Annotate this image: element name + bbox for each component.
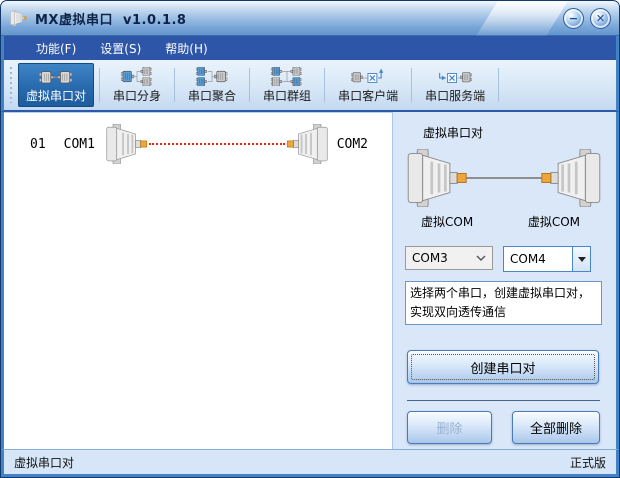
menu-item-help[interactable]: 帮助(H) [153,37,219,60]
toolbar-button-port-split[interactable]: 串口分身 [105,63,169,107]
port-merge-icon [190,67,234,86]
toolbar-button-label: 虚拟串口对 [26,87,86,104]
pair-illustration [406,147,602,209]
toolbar-button-virtual-pair[interactable]: 虚拟串口对 [18,63,94,107]
toolbar-separator [498,68,499,102]
chevron-down-icon [476,255,486,261]
dropdown-arrow-button[interactable] [572,247,590,271]
virtual-pair-icon [34,67,78,86]
toolbar-separator [99,68,100,102]
com-port-1-value: COM3 [412,251,448,265]
titlebar: MX虚拟串口 v1.0.1.8 − ✕ [1,1,619,36]
status-right-text: 正式版 [570,454,606,471]
pair-left-port: COM1 [64,137,95,152]
create-pair-label: 创建串口对 [470,358,535,377]
app-window: MX虚拟串口 v1.0.1.8 − ✕ 功能(F) 设置(S) 帮助(H) 虚拟… [0,0,620,478]
window-title: MX虚拟串口 v1.0.1.8 [35,9,186,28]
pair-right-port: COM2 [337,137,368,152]
delete-all-button[interactable]: 全部删除 [512,411,600,444]
minimize-button[interactable]: − [563,8,584,29]
port-split-icon [115,67,159,86]
right-connector-icon [283,124,329,164]
toolbar-separator [174,68,175,102]
delete-row: 删除 全部删除 [407,411,600,444]
titlebar-sheen [476,1,568,36]
close-icon: ✕ [596,13,605,24]
toolbar-separator [249,68,250,102]
virtual-com-left-label: 虚拟COM [421,213,473,230]
com-port-select-2[interactable]: COM4 [503,246,591,272]
content-area: 01 COM1 COM2 虚拟串口对 虚拟COM 虚拟COM [1,112,619,449]
delete-button[interactable]: 删除 [407,411,492,444]
virtual-com-labels: 虚拟COM 虚拟COM [405,209,602,230]
toolbar-separator [324,68,325,102]
toolbar-button-serial-client[interactable]: 串口客户端 [330,63,406,107]
port-pair-row[interactable]: 01 COM1 COM2 [4,113,392,165]
com-port-select-1[interactable]: COM3 [405,246,493,270]
com-port-2-value: COM4 [504,247,572,271]
panel-divider [407,400,600,401]
serial-server-icon [432,67,478,86]
create-pair-button[interactable]: 创建串口对 [407,350,599,384]
close-button[interactable]: ✕ [590,8,611,29]
toolbar-button-serial-server[interactable]: 串口服务端 [417,63,493,107]
pair-index: 01 [30,137,46,152]
create-pair-panel: 虚拟串口对 虚拟COM 虚拟COM COM3 COM4 [392,112,616,449]
virtual-link-line [149,143,285,145]
panel-title: 虚拟串口对 [423,124,602,141]
left-connector-icon [105,124,151,164]
menubar: 功能(F) 设置(S) 帮助(H) [1,36,619,60]
menu-item-settings[interactable]: 设置(S) [88,37,153,60]
description-box: 选择两个串口，创建虚拟串口对，实现双向透传通信 [405,281,602,325]
delete-label: 删除 [436,418,462,437]
toolbar-gripper [8,67,13,103]
toolbar-button-label: 串口分身 [113,87,161,104]
virtual-com-right-label: 虚拟COM [528,213,580,230]
toolbar-button-label: 串口客户端 [338,87,398,104]
port-pair-list: 01 COM1 COM2 [4,112,392,449]
minimize-icon: − [569,13,578,24]
menu-item-function[interactable]: 功能(F) [24,37,88,60]
triangle-down-icon [578,257,586,262]
toolbar-button-label: 串口服务端 [425,87,485,104]
combo-row: COM3 COM4 [405,246,602,272]
serial-client-icon [345,67,391,86]
statusbar: 虚拟串口对 正式版 [1,449,619,477]
port-group-icon [265,67,309,86]
toolbar-button-port-merge[interactable]: 串口聚合 [180,63,244,107]
toolbar-button-label: 串口群组 [263,87,311,104]
toolbar: 虚拟串口对 串口分身 串口聚合 [1,60,619,112]
toolbar-button-label: 串口聚合 [188,87,236,104]
delete-all-label: 全部删除 [530,418,582,437]
toolbar-separator [411,68,412,102]
status-left-text: 虚拟串口对 [14,454,74,471]
toolbar-button-port-group[interactable]: 串口群组 [255,63,319,107]
app-logo-icon [9,10,29,26]
